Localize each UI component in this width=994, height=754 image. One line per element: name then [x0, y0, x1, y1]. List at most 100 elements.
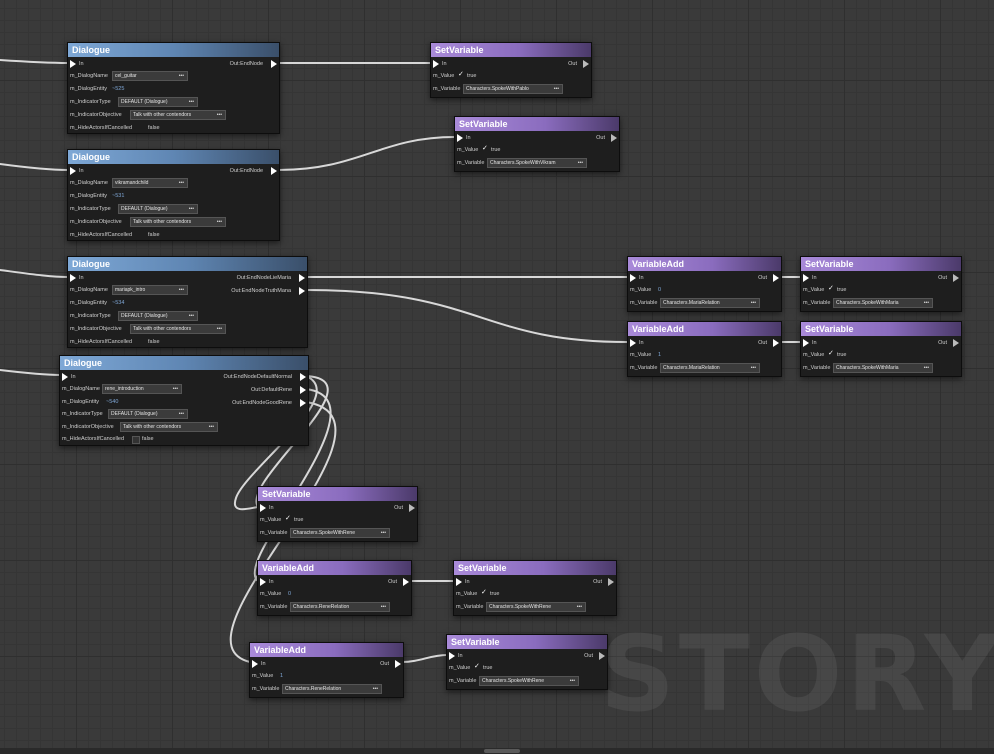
exec-in-pin[interactable] — [260, 578, 266, 586]
variable-dropdown[interactable]: Characters.MariaRelation ••• — [660, 363, 760, 373]
exec-out-pin[interactable] — [299, 287, 305, 295]
field-label: m_IndicatorType — [62, 411, 103, 417]
hide-actors-value[interactable]: false — [148, 336, 160, 348]
dialog-entity-value[interactable]: ~525 — [112, 83, 124, 95]
indicator-objective-dropdown[interactable]: Talk with other contendors ••• — [130, 324, 226, 334]
exec-out-pin[interactable] — [409, 504, 415, 512]
variable-dropdown[interactable]: Characters.SpokeWithRene ••• — [479, 676, 579, 686]
exec-out-pin[interactable] — [271, 60, 277, 68]
value-number[interactable]: 0 — [288, 588, 291, 600]
dialog-entity-value[interactable]: ~540 — [106, 396, 118, 408]
dialog-name-dropdown[interactable]: rene_introduction ••• — [102, 384, 182, 394]
check-icon[interactable]: ✓ — [828, 348, 834, 360]
node-title: SetVariable — [258, 487, 417, 501]
set-variable-node[interactable]: SetVariable In Out m_Value ✓ true m_Varia… — [800, 321, 962, 377]
exec-in-pin[interactable] — [457, 134, 463, 142]
variable-dropdown[interactable]: Characters.ReneRelation ••• — [282, 684, 382, 694]
exec-in-pin[interactable] — [70, 167, 76, 175]
exec-out-pin[interactable] — [608, 578, 614, 586]
variable-dropdown[interactable]: Characters.SpokeWithMaria ••• — [833, 298, 933, 308]
indicator-type-dropdown[interactable]: DEFAULT (Dialogue) ••• — [118, 311, 198, 321]
horizontal-scrollbar[interactable] — [0, 748, 994, 754]
dialogue-node[interactable]: Dialogue In Out:EndNode m_DialogName vik… — [67, 149, 280, 241]
variable-dropdown[interactable]: Characters.SpokeWithRene ••• — [486, 602, 586, 612]
indicator-objective-dropdown[interactable]: Talk with other contendors ••• — [130, 110, 226, 120]
exec-out-pin[interactable] — [271, 167, 277, 175]
variable-add-node[interactable]: VariableAdd In Out m_Value 0 m_Variable … — [257, 560, 412, 616]
variable-add-node[interactable]: VariableAdd In Out m_Value 1 m_Variable … — [249, 642, 404, 698]
field-label: m_Variable — [260, 604, 288, 610]
exec-out-pin[interactable] — [611, 134, 617, 142]
dialogue-node[interactable]: Dialogue In Out:EndNodeDefaultNormal Out… — [59, 355, 309, 446]
value-number[interactable]: 1 — [658, 349, 661, 361]
set-variable-node[interactable]: SetVariable In Out m_Value ✓ true m_Varia… — [430, 42, 592, 98]
dialogue-node[interactable]: Dialogue In Out:EndNode m_DialogName cel… — [67, 42, 280, 134]
set-variable-node[interactable]: SetVariable In Out m_Value ✓ true m_Varia… — [453, 560, 617, 616]
value-number[interactable]: 1 — [280, 670, 283, 682]
check-icon[interactable]: ✓ — [828, 283, 834, 295]
indicator-objective-dropdown[interactable]: Talk with other contendors ••• — [130, 217, 226, 227]
exec-in-pin[interactable] — [803, 274, 809, 282]
check-icon[interactable]: ✓ — [474, 661, 480, 673]
dialog-name-dropdown[interactable]: vikramandchild ••• — [112, 178, 188, 188]
hide-actors-checkbox[interactable] — [132, 436, 140, 444]
exec-out-pin[interactable] — [300, 399, 306, 407]
exec-out-pin[interactable] — [953, 274, 959, 282]
check-icon[interactable]: ✓ — [458, 69, 464, 81]
hide-actors-value[interactable]: false — [148, 229, 160, 241]
in-label: In — [812, 340, 817, 346]
set-variable-node[interactable]: SetVariable In Out m_Value ✓ true m_Varia… — [446, 634, 608, 690]
dialog-entity-value[interactable]: ~534 — [112, 297, 124, 309]
hide-actors-value[interactable]: false — [148, 122, 160, 134]
variable-add-node[interactable]: VariableAdd In Out m_Value 1 m_Variable … — [627, 321, 782, 377]
dialogue-node[interactable]: Dialogue In Out:EndNodeLieMaria Out:EndN… — [67, 256, 308, 348]
variable-dropdown[interactable]: Characters.SpokeWithMaria ••• — [833, 363, 933, 373]
exec-out-pin[interactable] — [299, 274, 305, 282]
variable-dropdown[interactable]: Characters.SpokeWithRene ••• — [290, 528, 390, 538]
exec-out-pin[interactable] — [953, 339, 959, 347]
exec-in-pin[interactable] — [252, 660, 258, 668]
exec-in-pin[interactable] — [260, 504, 266, 512]
exec-in-pin[interactable] — [630, 274, 636, 282]
dialog-name-dropdown[interactable]: cel_guitar ••• — [112, 71, 188, 81]
indicator-type-dropdown[interactable]: DEFAULT (Dialogue) ••• — [118, 204, 198, 214]
set-variable-node[interactable]: SetVariable In Out m_Value ✓ true m_Varia… — [800, 256, 962, 312]
indicator-objective-dropdown[interactable]: Talk with other contendors ••• — [120, 422, 218, 432]
variable-add-node[interactable]: VariableAdd In Out m_Value 0 m_Variable … — [627, 256, 782, 312]
exec-in-pin[interactable] — [70, 274, 76, 282]
check-icon[interactable]: ✓ — [481, 587, 487, 599]
exec-out-pin[interactable] — [773, 274, 779, 282]
out-label: Out — [380, 661, 389, 667]
variable-dropdown[interactable]: Characters.SpokeWithPablo ••• — [463, 84, 563, 94]
scrollbar-thumb[interactable] — [484, 749, 520, 753]
exec-out-pin[interactable] — [300, 373, 306, 381]
exec-out-pin[interactable] — [773, 339, 779, 347]
value-number[interactable]: 0 — [658, 284, 661, 296]
dialog-name-dropdown[interactable]: mariapk_intro ••• — [112, 285, 188, 295]
exec-in-pin[interactable] — [433, 60, 439, 68]
exec-in-pin[interactable] — [630, 339, 636, 347]
variable-dropdown[interactable]: Characters.ReneRelation ••• — [290, 602, 390, 612]
exec-in-pin[interactable] — [803, 339, 809, 347]
check-icon[interactable]: ✓ — [285, 513, 291, 525]
exec-in-pin[interactable] — [70, 60, 76, 68]
set-variable-node[interactable]: SetVariable In Out m_Value ✓ true m_Varia… — [454, 116, 620, 172]
exec-in-pin[interactable] — [62, 373, 68, 381]
dialog-entity-value[interactable]: ~531 — [112, 190, 124, 202]
variable-dropdown[interactable]: Characters.MariaRelation ••• — [660, 298, 760, 308]
indicator-type-dropdown[interactable]: DEFAULT (Dialogue) ••• — [108, 409, 188, 419]
exec-out-pin[interactable] — [395, 660, 401, 668]
exec-in-pin[interactable] — [456, 578, 462, 586]
indicator-type-dropdown[interactable]: DEFAULT (Dialogue) ••• — [118, 97, 198, 107]
check-icon[interactable]: ✓ — [482, 143, 488, 155]
field-label: m_DialogEntity — [70, 86, 107, 92]
exec-out-pin[interactable] — [583, 60, 589, 68]
set-variable-node[interactable]: SetVariable In Out m_Value ✓ true m_Varia… — [257, 486, 418, 542]
exec-out-pin[interactable] — [403, 578, 409, 586]
field-label: m_HideActorsIfCancelled — [70, 339, 133, 345]
story-watermark: STORY — [600, 613, 994, 735]
variable-dropdown[interactable]: Characters.SpokeWithVikram ••• — [487, 158, 587, 168]
exec-out-pin[interactable] — [300, 386, 306, 394]
field-label: m_IndicatorType — [70, 99, 111, 105]
exec-in-pin[interactable] — [449, 652, 455, 660]
